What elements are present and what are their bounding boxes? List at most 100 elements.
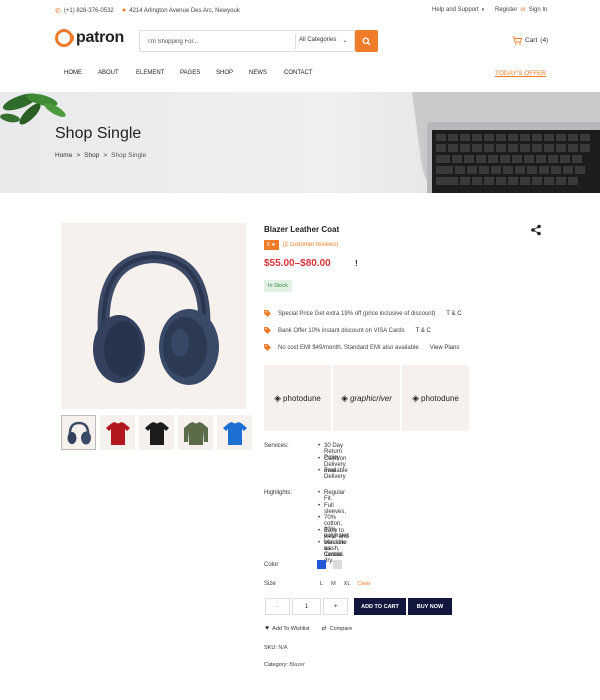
brand-photodune[interactable]: ◈ photodune	[402, 365, 469, 431]
color-swatch-gray[interactable]	[333, 560, 342, 569]
clear-selection-link[interactable]: Clear	[357, 581, 370, 587]
nav-item-pages[interactable]: PAGES	[180, 70, 200, 76]
nav-item-contact[interactable]: CONTACT	[284, 70, 313, 76]
offer-terms-link[interactable]: T & C	[446, 311, 461, 317]
thumbnail-olive-shirt[interactable]	[178, 415, 213, 450]
red-shirt-thumb-icon	[105, 421, 130, 445]
view-plans-link[interactable]: View Plans	[430, 345, 460, 351]
secondary-actions: ♥ Add To Wishlist ⇄ Compare	[265, 625, 352, 632]
brand-photodune[interactable]: ◈ photodune	[264, 365, 331, 431]
search-button[interactable]	[355, 30, 378, 52]
thumbnail-headphones[interactable]	[61, 415, 96, 450]
quantity-increase-button[interactable]: +	[323, 598, 348, 615]
add-to-cart-button[interactable]: ADD TO CART	[354, 598, 406, 615]
add-to-wishlist-link[interactable]: ♥ Add To Wishlist	[265, 625, 310, 632]
chevron-down-icon: ⌄	[342, 38, 348, 44]
logo-text: patron	[76, 29, 124, 46]
list-item: Machine wash, tumble dry.	[318, 540, 350, 564]
help-label: Help and Support	[432, 7, 479, 13]
share-icon[interactable]	[530, 224, 542, 236]
offer-text: No cost EMI $49/month. Standard EMI also…	[278, 344, 419, 351]
black-shirt-thumb-icon	[144, 421, 169, 445]
thumbnail-strip	[61, 415, 252, 450]
color-swatch-blue[interactable]	[317, 560, 326, 569]
color-selector: Color	[264, 560, 349, 569]
product-rating: 5 ★ (2 customer reviews)	[264, 240, 338, 250]
headphones-thumb-icon	[67, 421, 91, 444]
nav-item-about[interactable]: ABOUT	[98, 70, 119, 76]
search-input[interactable]	[148, 35, 288, 48]
offer-terms-link[interactable]: T & C	[416, 328, 431, 334]
search-divider	[295, 34, 296, 49]
offers-list: Special Price Get extra 19% off (price i…	[264, 305, 462, 356]
nav-item-home[interactable]: HOME	[64, 70, 82, 76]
nav-item-news[interactable]: NEWS	[249, 70, 267, 76]
tag-icon	[264, 327, 271, 334]
olive-shirt-thumb-icon	[183, 421, 208, 445]
blue-shirt-thumb-icon	[222, 421, 247, 445]
price-note: !	[355, 259, 358, 268]
brand-graphicriver[interactable]: ◈ graphicriver	[333, 365, 400, 431]
cart-button[interactable]: Cart (4)	[512, 36, 548, 45]
offer-text: Special Price Get extra 19% off (price i…	[278, 310, 436, 317]
category-link[interactable]: Blazer	[289, 662, 305, 668]
tag-icon	[264, 344, 271, 351]
list-item: Regular Fit.	[318, 490, 350, 503]
list-item: 30 Day Return Policy	[318, 443, 348, 461]
register-link[interactable]: Register	[495, 7, 517, 13]
thumbnail-blue-shirt[interactable]	[217, 415, 252, 450]
account-links: Register or Sign In	[495, 7, 547, 13]
compare-label: Compare	[329, 625, 353, 632]
phone-text: (+1) 828-376-0532	[63, 8, 114, 14]
quantity-decrease-button[interactable]: -	[265, 598, 290, 615]
breadcrumb-separator: >	[103, 152, 108, 159]
breadcrumb-home[interactable]: Home	[55, 152, 72, 159]
breadcrumb-shop[interactable]: Shop	[84, 152, 99, 159]
search-bar: All Categories ⌄	[139, 30, 355, 52]
brand-name: photodune	[421, 393, 459, 403]
list-item: Cash on Delivery available	[318, 456, 348, 474]
help-dropdown[interactable]: Help and Support ▾	[432, 7, 484, 13]
compare-arrows-icon: ⇄	[321, 626, 327, 632]
rating-badge: 5 ★	[264, 240, 279, 250]
sku-label: SKU:	[264, 645, 277, 651]
stock-status-badge: In Stock	[264, 280, 292, 292]
compare-link[interactable]: ⇄ Compare	[321, 625, 353, 633]
product-main-image[interactable]	[61, 223, 246, 409]
size-option-xl[interactable]: XL	[340, 581, 355, 587]
logo-mark-icon	[55, 29, 74, 47]
signin-link[interactable]: Sign In	[529, 7, 548, 13]
address-text: 4214 Arlington Avenue Des Arc, Newyouk	[129, 7, 240, 14]
services-list: 30 Day Return Policy Cash on Delivery av…	[318, 443, 348, 481]
category-select[interactable]: All Categories ⌄	[299, 37, 347, 44]
buy-now-button[interactable]: BUY NOW	[408, 598, 452, 615]
quantity-stepper: - 1 +	[265, 598, 348, 615]
quantity-input[interactable]: 1	[292, 598, 321, 615]
laptop-decoration	[412, 92, 600, 193]
sku-value: N/A	[278, 645, 288, 651]
list-item: Easy to wear and versatile as Casual.	[318, 528, 350, 558]
breadcrumb: Home > Shop > Shop Single	[55, 152, 146, 159]
cart-icon	[512, 36, 522, 45]
address-info: ● 4214 Arlington Avenue Des Arc, Newyouk	[122, 7, 240, 14]
heart-icon: ♥	[265, 625, 270, 632]
nav-item-shop[interactable]: SHOP	[216, 70, 233, 76]
thumbnail-red-shirt[interactable]	[100, 415, 135, 450]
size-option-l[interactable]: L	[316, 581, 327, 587]
brand-name: graphicriver	[350, 393, 392, 403]
product-price: $55.00–$80.00	[264, 258, 331, 269]
caret-down-icon: ▾	[481, 7, 485, 13]
nav-item-element[interactable]: ELEMENT	[136, 70, 164, 76]
todays-offer-link[interactable]: TODAY'S OFFER	[495, 70, 546, 77]
thumbnail-black-shirt[interactable]	[139, 415, 174, 450]
reviews-link[interactable]: (2 customer reviews)	[283, 242, 339, 248]
cart-label: Cart	[525, 37, 538, 44]
brand-mark-icon: ◈	[341, 392, 349, 403]
brand-name: photodune	[283, 393, 321, 403]
category-select-value: All Categories	[299, 37, 337, 43]
category-row: Category: Blazer	[264, 662, 305, 668]
site-logo[interactable]: patron	[55, 29, 124, 47]
offer-item: Special Price Get extra 19% off (price i…	[264, 305, 462, 322]
size-option-m[interactable]: M	[327, 581, 340, 587]
highlights-label: Highlights:	[264, 490, 293, 496]
